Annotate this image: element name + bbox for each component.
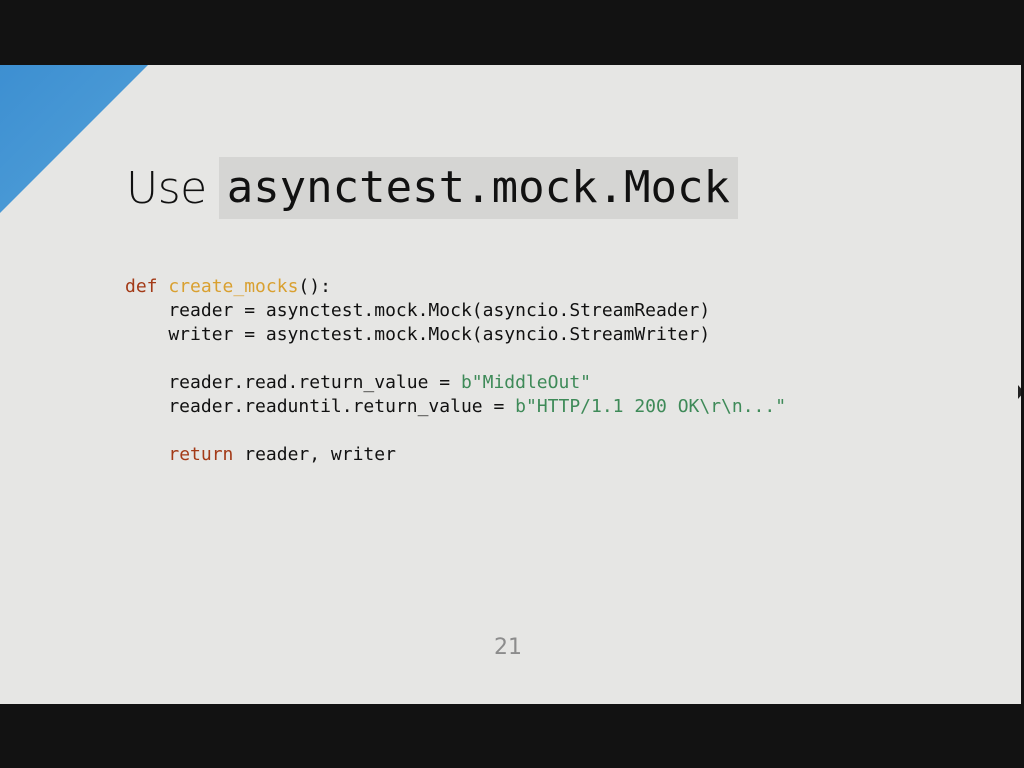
code-function-name: create_mocks: [168, 276, 299, 297]
code-line: reader.read.return_value = b"MiddleOut": [125, 371, 786, 395]
code-keyword: return: [168, 444, 234, 465]
presentation-viewer: Use asynctest.mock.Mock def create_mocks…: [0, 0, 1024, 768]
code-text: reader.readuntil.return_value =: [125, 396, 516, 417]
code-string: b"MiddleOut": [460, 372, 591, 393]
slide: Use asynctest.mock.Mock def create_mocks…: [0, 65, 1021, 704]
slide-title-code: asynctest.mock.Mock: [218, 157, 739, 219]
code-text: ():: [298, 276, 331, 297]
code-string: b"HTTP/1.1 200 OK\r\n...": [515, 396, 787, 417]
page-number: 21: [494, 635, 522, 660]
code-line: reader.readuntil.return_value = b"HTTP/1…: [125, 395, 786, 419]
code-block: def create_mocks(): reader = asynctest.m…: [125, 275, 786, 467]
code-line: writer = asynctest.mock.Mock(asyncio.Str…: [125, 323, 786, 347]
code-line: def create_mocks():: [125, 275, 786, 299]
code-text: reader, writer: [233, 444, 396, 465]
code-line: return reader, writer: [125, 443, 786, 467]
code-keyword: def: [125, 276, 158, 297]
code-text: reader.read.return_value =: [125, 372, 461, 393]
code-text: reader = asynctest.mock.Mock(asyncio.Str…: [125, 300, 711, 321]
slide-title: Use asynctest.mock.Mock: [126, 157, 739, 219]
code-line: reader = asynctest.mock.Mock(asyncio.Str…: [125, 299, 786, 323]
slide-title-prefix: Use: [126, 162, 207, 214]
code-text: writer = asynctest.mock.Mock(asyncio.Str…: [125, 324, 711, 345]
mouse-cursor-icon: [1018, 385, 1021, 399]
